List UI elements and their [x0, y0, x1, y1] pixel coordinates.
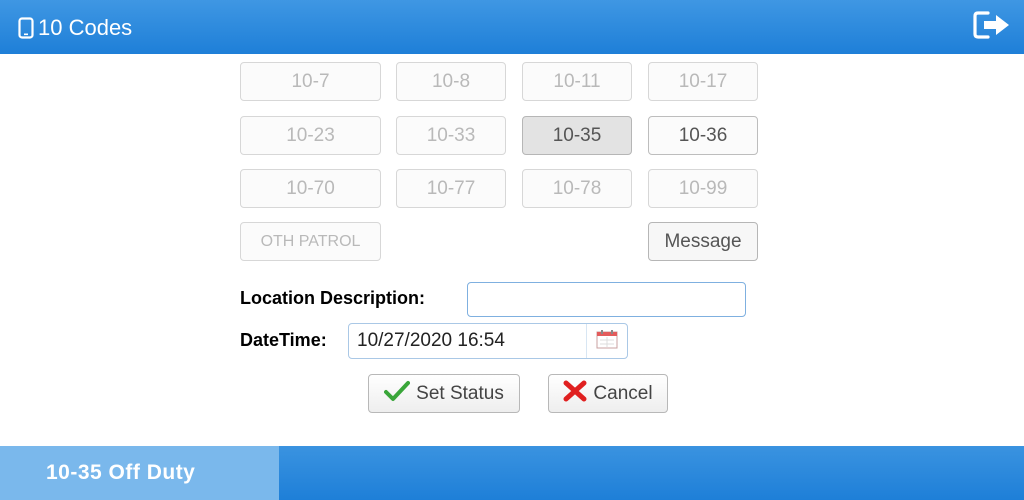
set-status-button[interactable]: Set Status: [368, 374, 520, 413]
code-button-10-78[interactable]: 10-78: [522, 169, 632, 208]
cancel-button[interactable]: Cancel: [548, 374, 668, 413]
page-title: 10 Codes: [38, 15, 133, 40]
code-button-10-35[interactable]: 10-35: [522, 116, 632, 155]
location-description-input[interactable]: [467, 282, 746, 317]
app-header: 10 Codes: [0, 0, 1024, 54]
mobile-phone-icon: [18, 17, 34, 39]
red-x-icon: [563, 380, 587, 408]
calendar-icon: [596, 329, 618, 354]
code-button-10-99[interactable]: 10-99: [648, 169, 758, 208]
code-button-oth-patrol[interactable]: OTH PATROL: [240, 222, 381, 261]
code-button-10-8[interactable]: 10-8: [396, 62, 506, 101]
checkmark-icon: [384, 380, 411, 408]
code-button-10-70[interactable]: 10-70: [240, 169, 381, 208]
code-button-10-23[interactable]: 10-23: [240, 116, 381, 155]
code-button-10-11[interactable]: 10-11: [522, 62, 632, 101]
code-button-10-17[interactable]: 10-17: [648, 62, 758, 101]
code-button-10-33[interactable]: 10-33: [396, 116, 506, 155]
code-button-10-77[interactable]: 10-77: [396, 169, 506, 208]
header-title-group: 10 Codes: [18, 14, 132, 42]
exit-button[interactable]: [972, 10, 1012, 45]
datetime-input[interactable]: [349, 324, 585, 358]
current-status: 10-35 Off Duty: [0, 446, 279, 500]
cancel-label: Cancel: [593, 382, 653, 404]
set-status-label: Set Status: [416, 382, 504, 404]
location-description-label: Location Description:: [240, 288, 426, 308]
code-button-10-7[interactable]: 10-7: [240, 62, 381, 101]
calendar-button[interactable]: [586, 324, 627, 358]
message-button[interactable]: Message: [648, 222, 758, 261]
status-footer: 10-35 Off Duty: [0, 446, 1024, 500]
datetime-field: [348, 323, 628, 359]
sign-out-icon: [972, 10, 1012, 45]
datetime-label: DateTime:: [240, 330, 327, 350]
code-button-10-36[interactable]: 10-36: [648, 116, 758, 155]
